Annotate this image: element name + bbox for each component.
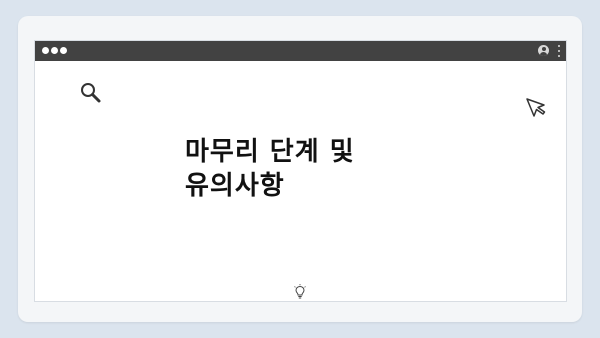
window-control-dot[interactable] xyxy=(51,47,58,54)
window-control-dot[interactable] xyxy=(42,47,49,54)
user-icon[interactable] xyxy=(538,45,549,56)
search-icon xyxy=(79,81,103,109)
lightbulb-icon xyxy=(293,284,307,304)
cursor-icon xyxy=(525,97,547,123)
device-frame: 마무리 단계 및 유의사항 xyxy=(18,16,582,322)
window-control-dot[interactable] xyxy=(60,47,67,54)
window-titlebar xyxy=(35,41,566,61)
browser-window: 마무리 단계 및 유의사항 xyxy=(34,40,567,302)
page-title-line-2: 유의사항 xyxy=(185,171,285,201)
kebab-menu-icon[interactable] xyxy=(557,45,560,57)
page-title: 마무리 단계 및 유의사항 xyxy=(185,135,485,203)
page-title-line-1: 마무리 단계 및 xyxy=(185,137,355,167)
